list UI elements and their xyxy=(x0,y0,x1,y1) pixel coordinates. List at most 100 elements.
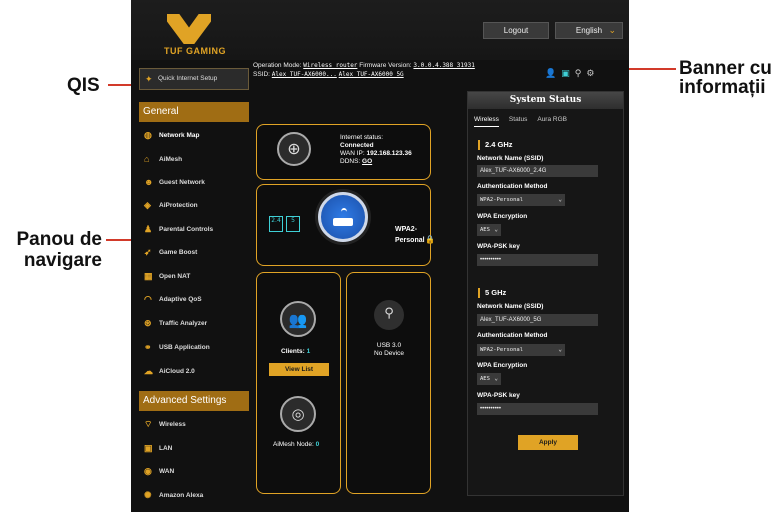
annotation-nav-panel-line1: Panou de xyxy=(16,229,102,250)
quick-internet-setup-button[interactable]: ✦ Quick Internet Setup xyxy=(139,68,249,90)
sidebar-item-label: Game Boost xyxy=(159,249,198,256)
view-list-button[interactable]: View List xyxy=(269,363,329,376)
info-banner: Operation Mode: Wireless router Firmware… xyxy=(253,61,553,79)
band24-ssid-label: Network Name (SSID) xyxy=(477,155,544,162)
globe-icon: ⊕ xyxy=(277,132,311,166)
band5-key-input[interactable]: •••••••••• xyxy=(477,403,598,415)
sidebar-item-label: AiCloud 2.0 xyxy=(159,368,195,375)
band24-auth-select[interactable]: WPA2-Personal ⌄ xyxy=(477,194,565,206)
system-status-panel: System Status Wireless Status Aura RGB 2… xyxy=(467,91,624,496)
usb-status: No Device xyxy=(374,350,404,357)
status-icons: 👤 ▣ ⚲ ⚙ xyxy=(545,68,615,80)
aimesh-count: 0 xyxy=(315,441,320,448)
sidebar-item-game-boost[interactable]: ➶ Game Boost xyxy=(139,241,249,264)
tab-wireless[interactable]: Wireless xyxy=(474,112,499,127)
system-status-title: System Status xyxy=(468,92,623,109)
band5-auth-value: WPA2-Personal xyxy=(480,347,524,353)
sidebar-item-usb-application[interactable]: ⚭ USB Application xyxy=(139,336,249,359)
chevron-down-icon: ⌄ xyxy=(558,346,562,353)
security-line1: WPA2- xyxy=(395,226,418,233)
band5-ssid-label: Network Name (SSID) xyxy=(477,303,544,310)
sidebar-item-wan[interactable]: ◉ WAN xyxy=(139,460,249,483)
wand-icon: ✦ xyxy=(145,74,153,84)
guest-network-icon: ☻ xyxy=(144,177,154,187)
band24-ssid-input[interactable]: Alex_TUF-AX6000_2.4G xyxy=(477,165,598,177)
band24-key-label: WPA-PSK key xyxy=(477,243,520,250)
tuf-gaming-logo: TUF GAMING xyxy=(137,8,247,60)
sidebar-item-aiprotection[interactable]: ◈ AiProtection xyxy=(139,194,249,217)
sidebar-item-wireless[interactable]: ⌔ Wireless xyxy=(139,413,249,436)
clients-count: 1 xyxy=(306,348,311,355)
sidebar-item-label: Wireless xyxy=(159,421,186,428)
adaptive-qos-icon: ◠ xyxy=(144,294,152,304)
wan-ip-label: WAN IP: xyxy=(340,150,365,157)
sidebar-item-label: Network Map xyxy=(159,132,200,139)
sidebar-item-label: AiProtection xyxy=(159,202,198,209)
ssid-link-5[interactable]: Alex_TUF-AX6000_5G xyxy=(339,71,404,78)
firmware-link[interactable]: 3.0.0.4.388_31931 xyxy=(413,62,474,69)
traffic-analyzer-icon: ⊛ xyxy=(144,318,152,328)
sidebar-item-network-map[interactable]: ◍ Network Map xyxy=(139,124,249,147)
band24-key-input[interactable]: •••••••••• xyxy=(477,254,598,266)
open-nat-icon: ▦ xyxy=(144,271,153,281)
sidebar-item-label: USB Application xyxy=(159,344,210,351)
lock-icon: 🔒 xyxy=(425,235,435,244)
sidebar-item-aimesh[interactable]: ⌂ AiMesh xyxy=(139,148,249,171)
tab-aura-rgb[interactable]: Aura RGB xyxy=(537,112,567,127)
usb-icon[interactable]: ⚲ xyxy=(575,68,582,80)
apply-button[interactable]: Apply xyxy=(518,435,578,450)
band24-enc-value: AES xyxy=(480,227,490,233)
ddns-link[interactable]: GO xyxy=(362,158,372,165)
band5-key-label: WPA-PSK key xyxy=(477,392,520,399)
wireless-icon: ⌔ xyxy=(144,419,153,429)
clients-label: Clients: xyxy=(281,348,305,355)
sidebar-item-label: Parental Controls xyxy=(159,226,214,233)
sidebar-item-parental-controls[interactable]: ♟ Parental Controls xyxy=(139,218,249,241)
band24-enc-select[interactable]: AES ⌄ xyxy=(477,224,501,236)
sidebar-item-guest-network[interactable]: ☻ Guest Network xyxy=(139,171,249,194)
router-icon[interactable] xyxy=(318,192,368,242)
internet-status-text: Internet status: Connected WAN IP: 192.1… xyxy=(340,134,412,166)
ssid-label: SSID: xyxy=(253,71,270,78)
wan-ip-value: 192.168.123.36 xyxy=(366,150,412,157)
sidebar-item-aicloud[interactable]: ☁ AiCloud 2.0 xyxy=(139,360,249,383)
band5-ssid-input[interactable]: Alex_TUF-AX6000_5G xyxy=(477,314,598,326)
tab-status[interactable]: Status xyxy=(509,112,527,127)
aimesh-icon: ⌂ xyxy=(144,154,150,164)
sidebar-item-amazon-alexa[interactable]: ✺ Amazon Alexa xyxy=(139,484,249,507)
sidebar-item-traffic-analyzer[interactable]: ⊛ Traffic Analyzer xyxy=(139,312,249,335)
aicloud-icon: ☁ xyxy=(144,366,153,376)
operation-mode-link[interactable]: Wireless router xyxy=(303,62,357,69)
status-tabs: Wireless Status Aura RGB xyxy=(474,112,620,127)
band5-auth-label: Authentication Method xyxy=(477,332,548,339)
band-5-icon: 5 xyxy=(286,216,300,232)
language-select[interactable]: English ⌄ xyxy=(555,22,623,39)
ddns-label: DDNS: xyxy=(340,158,361,165)
usb-application-icon: ⚭ xyxy=(144,342,152,352)
sidebar-item-lan[interactable]: ▣ LAN xyxy=(139,437,249,460)
navigation-panel: ✦ Quick Internet Setup General ◍ Network… xyxy=(139,68,249,512)
sidebar-item-label: WAN xyxy=(159,468,175,475)
sidebar-item-label: Adaptive QoS xyxy=(159,296,202,303)
sidebar-item-adaptive-qos[interactable]: ◠ Adaptive QoS xyxy=(139,288,249,311)
language-value: English xyxy=(575,26,603,35)
security-text: WPA2- Personal xyxy=(395,224,425,246)
band5-enc-label: WPA Encryption xyxy=(477,362,528,369)
band5-enc-select[interactable]: AES ⌄ xyxy=(477,373,501,385)
ssid-link-24[interactable]: Alex_TUF-AX6000... xyxy=(272,71,337,78)
wan-icon: ◉ xyxy=(144,466,152,476)
network-icon[interactable]: ▣ xyxy=(561,68,570,80)
sidebar-item-open-nat[interactable]: ▦ Open NAT xyxy=(139,265,249,288)
band-24-label: 2.4 xyxy=(271,217,281,224)
logout-button[interactable]: Logout xyxy=(483,22,549,39)
gear-icon[interactable]: ⚙ xyxy=(586,68,594,80)
internet-status-value: Connected xyxy=(340,142,374,149)
band5-auth-select[interactable]: WPA2-Personal ⌄ xyxy=(477,344,565,356)
sidebar-item-label: Guest Network xyxy=(159,179,205,186)
user-icon[interactable]: 👤 xyxy=(545,68,556,80)
chevron-down-icon: ⌄ xyxy=(494,375,498,382)
firmware-label: Firmware Version: xyxy=(359,62,412,69)
aimesh-text: AiMesh Node: 0 xyxy=(273,441,319,449)
security-line2: Personal xyxy=(395,237,425,244)
lan-icon: ▣ xyxy=(144,443,153,453)
